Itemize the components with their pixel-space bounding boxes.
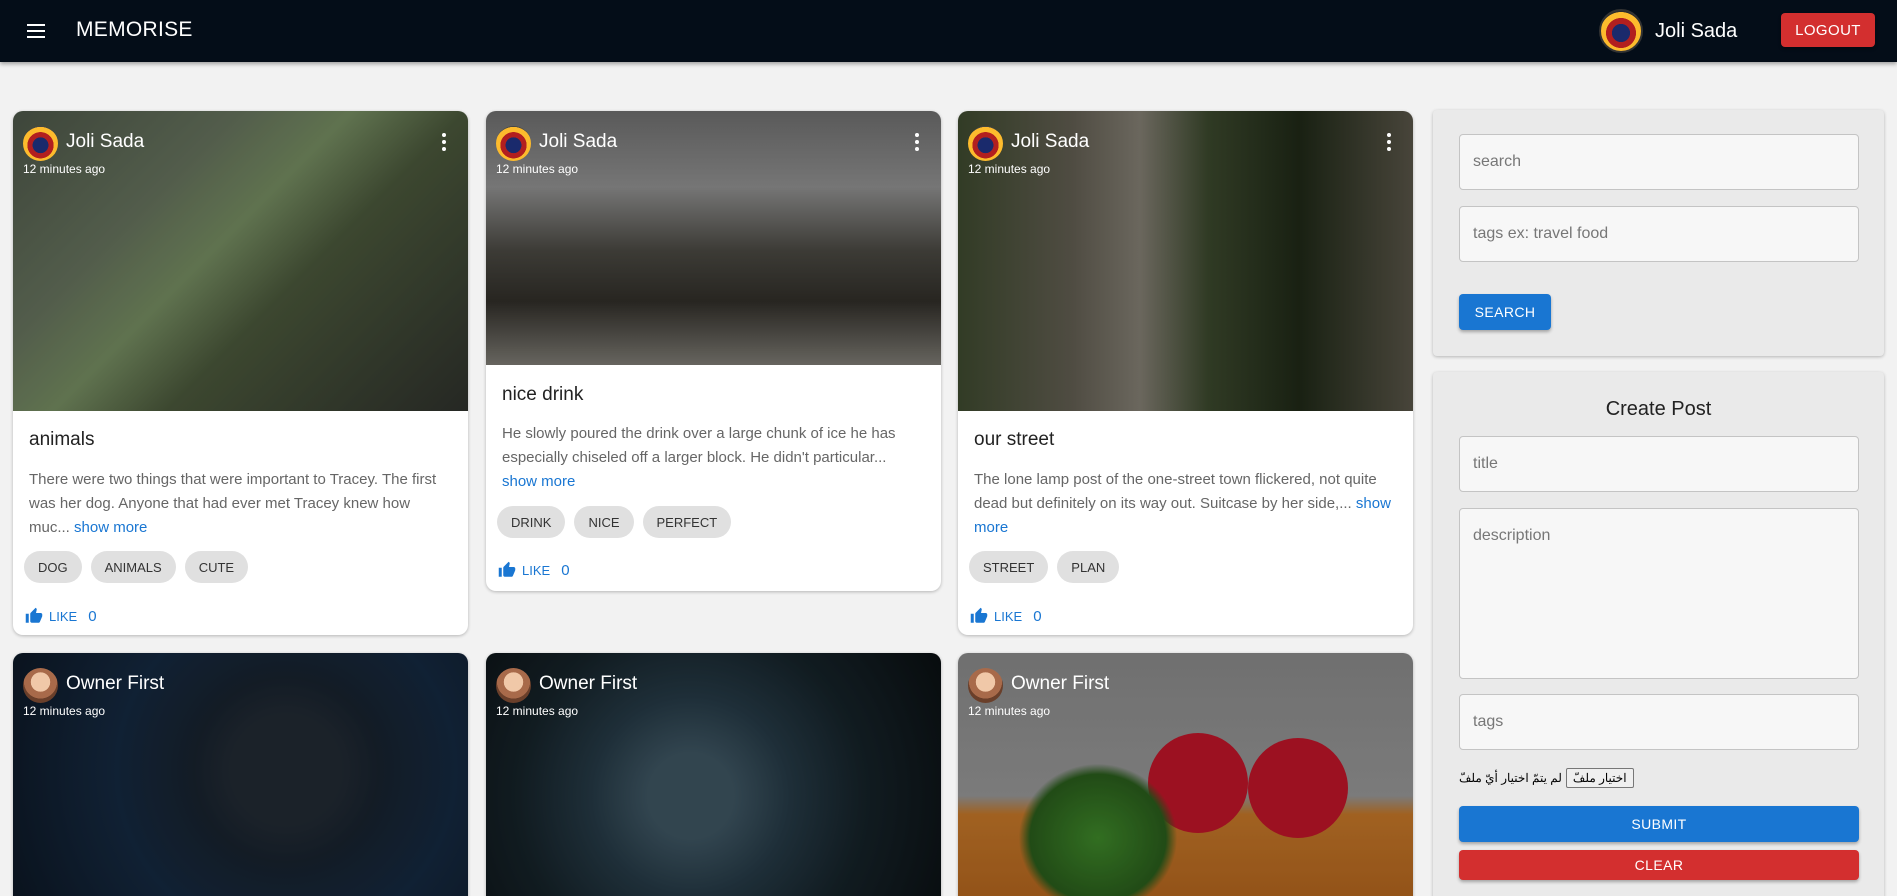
search-panel: SEARCH: [1433, 110, 1884, 356]
tag-chip[interactable]: NICE: [574, 506, 634, 538]
author-avatar: [968, 126, 1003, 161]
like-button[interactable]: LIKE 0: [970, 607, 1042, 625]
post-description: There were two things that were importan…: [29, 471, 437, 536]
create-post-title: Create Post: [1605, 398, 1712, 420]
post-card: Owner First 12 minutes ago: [958, 653, 1413, 896]
post-image: Joli Sada 12 minutes ago: [13, 111, 468, 411]
submit-button[interactable]: SUBMIT: [1459, 806, 1859, 842]
post-card: Owner First 12 minutes ago: [486, 653, 941, 896]
like-count: 0: [561, 561, 570, 579]
more-options-icon[interactable]: [1385, 133, 1393, 153]
app-title: MEMORISE: [76, 18, 193, 41]
post-time: 12 minutes ago: [496, 704, 579, 718]
tag-chip[interactable]: DRINK: [497, 506, 566, 538]
choose-file-button[interactable]: اختيار ملفّ: [1565, 768, 1634, 788]
post-author: Owner First: [1011, 673, 1110, 694]
tag-list: STREET PLAN: [969, 551, 1120, 583]
like-button[interactable]: LIKE 0: [25, 607, 97, 625]
post-time: 12 minutes ago: [496, 162, 579, 176]
tag-chip[interactable]: STREET: [969, 551, 1049, 583]
tag-chip[interactable]: CUTE: [184, 551, 249, 583]
search-button[interactable]: SEARCH: [1459, 294, 1551, 330]
tag-chip[interactable]: PERFECT: [642, 506, 732, 538]
post-time: 12 minutes ago: [23, 704, 106, 718]
post-image: Owner First 12 minutes ago: [486, 653, 941, 896]
more-options-icon[interactable]: [440, 133, 448, 153]
author-avatar: [968, 668, 1003, 703]
post-description: The lone lamp post of the one-street tow…: [974, 471, 1391, 536]
author-avatar: [23, 126, 58, 161]
post-card: Joli Sada 12 minutes ago animals There w…: [13, 111, 468, 635]
like-count: 0: [1033, 607, 1042, 625]
thumb-up-icon: [970, 607, 988, 623]
post-image: Joli Sada 12 minutes ago: [486, 111, 941, 365]
post-card: Joli Sada 12 minutes ago our street The …: [958, 111, 1413, 635]
tag-list: DOG ANIMALS CUTE: [24, 551, 249, 583]
show-more-link[interactable]: show more: [502, 473, 575, 490]
post-title: animals: [29, 429, 95, 450]
post-time: 12 minutes ago: [23, 162, 106, 176]
post-card: Joli Sada 12 minutes ago nice drink He s…: [486, 111, 941, 591]
user-avatar[interactable]: [1599, 9, 1643, 53]
post-image: Owner First 12 minutes ago: [958, 653, 1413, 896]
show-more-link[interactable]: show more: [74, 519, 147, 536]
thumb-up-icon: [25, 607, 43, 623]
description-input[interactable]: [1459, 508, 1859, 679]
post-time: 12 minutes ago: [968, 704, 1051, 718]
thumb-up-icon: [498, 561, 516, 577]
clear-button[interactable]: CLEAR: [1459, 850, 1859, 880]
author-avatar: [496, 668, 531, 703]
tag-list: DRINK NICE PERFECT: [497, 506, 732, 538]
post-card: Owner First 12 minutes ago: [13, 653, 468, 896]
tags-input[interactable]: [1459, 694, 1859, 750]
post-author: Joli Sada: [539, 131, 618, 152]
like-count: 0: [88, 607, 97, 625]
post-title: nice drink: [502, 384, 584, 405]
more-options-icon[interactable]: [913, 133, 921, 153]
menu-icon[interactable]: [22, 18, 48, 44]
tag-chip[interactable]: DOG: [24, 551, 82, 583]
author-avatar: [496, 126, 531, 161]
file-picker: اختيار ملفّ لم يتمّ اختيار أيّ ملفّ: [1459, 768, 1634, 788]
file-status: لم يتمّ اختيار أيّ ملفّ: [1459, 771, 1562, 785]
author-avatar: [23, 668, 58, 703]
user-name: Joli Sada: [1655, 20, 1738, 42]
post-author: Owner First: [539, 673, 638, 694]
app-bar: MEMORISE Joli Sada LOGOUT: [0, 0, 1897, 62]
tags-search-input[interactable]: [1459, 206, 1859, 262]
post-author: Owner First: [66, 673, 165, 694]
post-image: Owner First 12 minutes ago: [13, 653, 468, 896]
create-post-panel: Create Post اختيار ملفّ لم يتمّ اختيار أ…: [1433, 372, 1884, 896]
logout-button[interactable]: LOGOUT: [1781, 13, 1875, 47]
title-input[interactable]: [1459, 436, 1859, 492]
search-input[interactable]: [1459, 134, 1859, 190]
post-title: our street: [974, 429, 1055, 450]
post-description: He slowly poured the drink over a large …: [502, 425, 896, 490]
post-image: Joli Sada 12 minutes ago: [958, 111, 1413, 411]
post-author: Joli Sada: [66, 131, 145, 152]
tag-chip[interactable]: ANIMALS: [90, 551, 176, 583]
like-button[interactable]: LIKE 0: [498, 561, 570, 579]
post-time: 12 minutes ago: [968, 162, 1051, 176]
tag-chip[interactable]: PLAN: [1057, 551, 1120, 583]
post-author: Joli Sada: [1011, 131, 1090, 152]
